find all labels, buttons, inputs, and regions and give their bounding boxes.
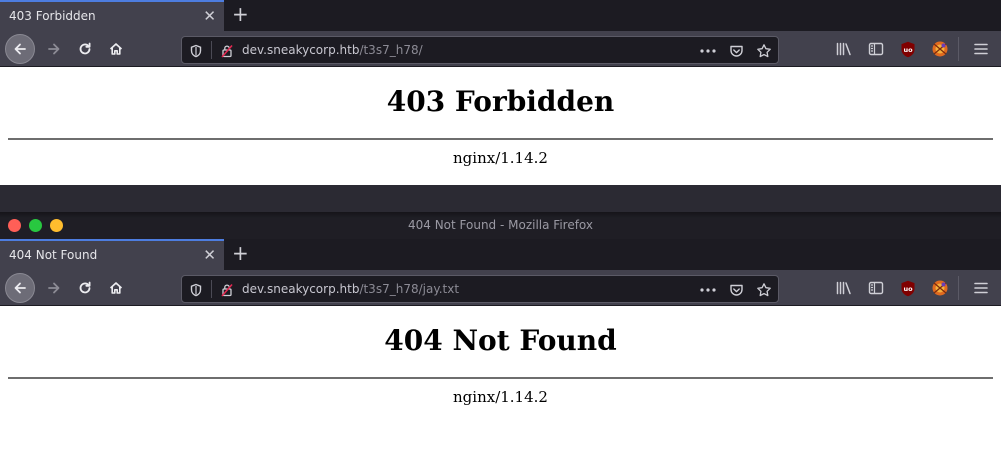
- page-actions-icon[interactable]: [698, 280, 718, 300]
- insecure-lock-icon[interactable]: [217, 280, 237, 300]
- page-heading: 403 Forbidden: [386, 85, 615, 118]
- new-tab-icon[interactable]: +: [232, 242, 249, 264]
- nav-bar: dev.sneakycorp.htb/t3s7_h78/ uo: [0, 31, 1001, 67]
- forward-button[interactable]: [40, 274, 68, 302]
- window-title: 404 Not Found - Mozilla Firefox: [407, 218, 594, 232]
- bookmark-star-icon[interactable]: [754, 41, 774, 61]
- nav-bar: dev.sneakycorp.htb/t3s7_h78/jay.txt uo: [0, 270, 1001, 306]
- url-path: /t3s7_h78/jay.txt: [359, 282, 460, 296]
- tab-active[interactable]: 403 Forbidden ✕: [0, 0, 224, 31]
- extension-button[interactable]: [926, 274, 954, 302]
- reload-icon: [79, 281, 91, 294]
- url-bar[interactable]: dev.sneakycorp.htb/t3s7_h78/: [181, 36, 779, 64]
- library-icon: [836, 42, 851, 56]
- page-divider: [8, 138, 993, 140]
- bookmark-star-icon[interactable]: [754, 280, 774, 300]
- menu-icon: [974, 43, 988, 55]
- pocket-icon[interactable]: [726, 280, 746, 300]
- url-text[interactable]: dev.sneakycorp.htb/t3s7_h78/: [242, 43, 423, 57]
- sidebar-icon: [868, 42, 884, 56]
- toolbar-divider: [958, 276, 959, 300]
- browser-window-1: 403 Forbidden ✕ + dev.sneakycorp.htb/t3s…: [0, 0, 1001, 212]
- ublock-icon: uo: [901, 280, 915, 296]
- new-tab-icon[interactable]: +: [232, 3, 249, 25]
- back-icon: [14, 282, 26, 294]
- reload-button[interactable]: [71, 274, 99, 302]
- home-button[interactable]: [102, 274, 130, 302]
- pocket-icon[interactable]: [726, 41, 746, 61]
- shield-icon[interactable]: [186, 280, 206, 300]
- insecure-lock-icon[interactable]: [217, 41, 237, 61]
- page-divider: [8, 377, 993, 379]
- close-tab-icon[interactable]: ✕: [203, 246, 216, 264]
- sidebar-button[interactable]: [862, 35, 890, 63]
- url-bar[interactable]: dev.sneakycorp.htb/t3s7_h78/jay.txt: [181, 275, 779, 303]
- title-bar: 404 Not Found - Mozilla Firefox: [0, 212, 1001, 239]
- forward-button[interactable]: [40, 35, 68, 63]
- library-button[interactable]: [830, 35, 858, 63]
- forward-icon: [48, 282, 60, 294]
- ublock-button[interactable]: uo: [894, 274, 922, 302]
- svg-text:uo: uo: [903, 46, 913, 54]
- library-button[interactable]: [830, 274, 858, 302]
- urlbar-divider: [211, 280, 212, 298]
- menu-button[interactable]: [967, 274, 995, 302]
- back-icon: [14, 43, 26, 55]
- page-content: 403 Forbidden nginx/1.14.2: [0, 67, 1001, 185]
- urlbar-divider: [211, 41, 212, 59]
- ublock-button[interactable]: uo: [894, 35, 922, 63]
- toolbar-divider: [958, 37, 959, 61]
- url-host: dev.sneakycorp.htb: [242, 282, 360, 296]
- page-content: 404 Not Found nginx/1.14.2: [0, 306, 1001, 456]
- close-tab-icon[interactable]: ✕: [203, 7, 216, 25]
- sidebar-button[interactable]: [862, 274, 890, 302]
- reload-icon: [79, 42, 91, 55]
- menu-button[interactable]: [967, 35, 995, 63]
- forward-icon: [48, 43, 60, 55]
- tab-strip: 404 Not Found ✕ +: [0, 239, 1001, 270]
- extension-icon: [932, 41, 948, 57]
- menu-icon: [974, 282, 988, 294]
- reload-button[interactable]: [71, 35, 99, 63]
- tab-title: 403 Forbidden: [9, 9, 96, 23]
- extension-button[interactable]: [926, 35, 954, 63]
- tab-active[interactable]: 404 Not Found ✕: [0, 239, 224, 270]
- home-icon: [109, 43, 123, 55]
- url-host: dev.sneakycorp.htb: [242, 43, 360, 57]
- svg-text:uo: uo: [903, 285, 913, 293]
- server-signature: nginx/1.14.2: [453, 388, 548, 406]
- extension-icon: [932, 280, 948, 296]
- ublock-icon: uo: [901, 41, 915, 57]
- back-button[interactable]: [5, 273, 35, 303]
- library-icon: [836, 281, 851, 295]
- page-heading: 404 Not Found: [384, 324, 617, 357]
- url-text[interactable]: dev.sneakycorp.htb/t3s7_h78/jay.txt: [242, 282, 459, 296]
- sidebar-icon: [868, 281, 884, 295]
- shield-icon[interactable]: [186, 41, 206, 61]
- browser-window-2: 404 Not Found - Mozilla Firefox 404 Not …: [0, 212, 1001, 456]
- home-icon: [109, 282, 123, 294]
- page-actions-icon[interactable]: [698, 41, 718, 61]
- url-path: /t3s7_h78/: [359, 43, 423, 57]
- back-button[interactable]: [5, 34, 35, 64]
- tab-strip: 403 Forbidden ✕ +: [0, 0, 1001, 31]
- home-button[interactable]: [102, 35, 130, 63]
- server-signature: nginx/1.14.2: [453, 149, 548, 167]
- tab-title: 404 Not Found: [9, 248, 98, 262]
